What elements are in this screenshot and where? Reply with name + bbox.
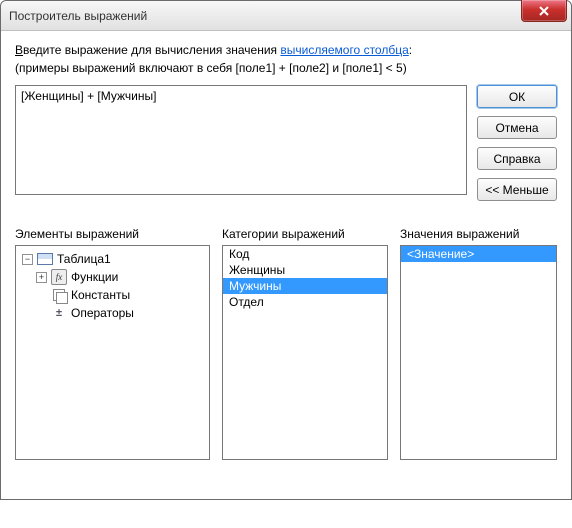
- operators-icon: [51, 305, 67, 321]
- collapse-icon[interactable]: −: [22, 254, 33, 265]
- prompt-pre: ведите выражение для вычисления значения: [23, 43, 280, 57]
- tree-item[interactable]: Операторы: [18, 304, 207, 322]
- hint-line: (примеры выражений включают в себя [поле…: [15, 61, 557, 75]
- tree-item[interactable]: Константы: [18, 286, 207, 304]
- tree-item-label: Константы: [71, 288, 130, 302]
- top-row: ОК Отмена Справка << Меньше: [15, 85, 557, 201]
- table-icon: [37, 251, 53, 267]
- list-item[interactable]: Мужчины: [223, 278, 387, 294]
- cancel-button[interactable]: Отмена: [477, 116, 557, 139]
- tree-item-label: Таблица1: [57, 252, 111, 266]
- categories-label: Категории выражений: [222, 227, 388, 241]
- function-icon: [51, 269, 67, 285]
- dialog-content: Введите выражение для вычисления значени…: [1, 31, 571, 499]
- window-title: Построитель выражений: [9, 9, 147, 23]
- list-item[interactable]: <Значение>: [401, 246, 556, 262]
- close-button[interactable]: [521, 0, 567, 22]
- prompt-post: :: [409, 43, 412, 57]
- titlebar: Построитель выражений: [1, 1, 571, 31]
- pane-labels: Элементы выражений Категории выражений З…: [15, 227, 557, 241]
- values-label: Значения выражений: [400, 227, 557, 241]
- elements-label: Элементы выражений: [15, 227, 210, 241]
- right-buttons: ОК Отмена Справка << Меньше: [477, 85, 557, 201]
- categories-pane[interactable]: КодЖенщиныМужчиныОтдел: [222, 245, 388, 460]
- prompt-accelerator: В: [15, 43, 23, 57]
- tree-item[interactable]: − Таблица1: [18, 250, 207, 268]
- elements-pane[interactable]: − Таблица1 + Функции Константы Операторы: [15, 245, 210, 460]
- list-item[interactable]: Женщины: [223, 262, 387, 278]
- expander-spacer: [36, 308, 47, 319]
- constants-icon: [51, 287, 67, 303]
- dialog-window: Построитель выражений Введите выражение …: [0, 0, 572, 500]
- list-item[interactable]: Отдел: [223, 294, 387, 310]
- panes-row: − Таблица1 + Функции Константы Операторы КодЖ…: [15, 245, 557, 460]
- tree-item-label: Операторы: [71, 306, 134, 320]
- values-pane[interactable]: <Значение>: [400, 245, 557, 460]
- expand-icon[interactable]: +: [36, 272, 47, 283]
- less-button[interactable]: << Меньше: [477, 178, 557, 201]
- help-button[interactable]: Справка: [477, 147, 557, 170]
- close-icon: [538, 5, 550, 17]
- expander-spacer: [36, 290, 47, 301]
- tree-item-label: Функции: [71, 270, 118, 284]
- calculated-column-link[interactable]: вычисляемого столбца: [280, 43, 408, 57]
- ok-button[interactable]: ОК: [477, 85, 557, 108]
- expression-input[interactable]: [15, 85, 467, 195]
- prompt-line: Введите выражение для вычисления значени…: [15, 43, 557, 57]
- tree-item[interactable]: + Функции: [18, 268, 207, 286]
- list-item[interactable]: Код: [223, 246, 387, 262]
